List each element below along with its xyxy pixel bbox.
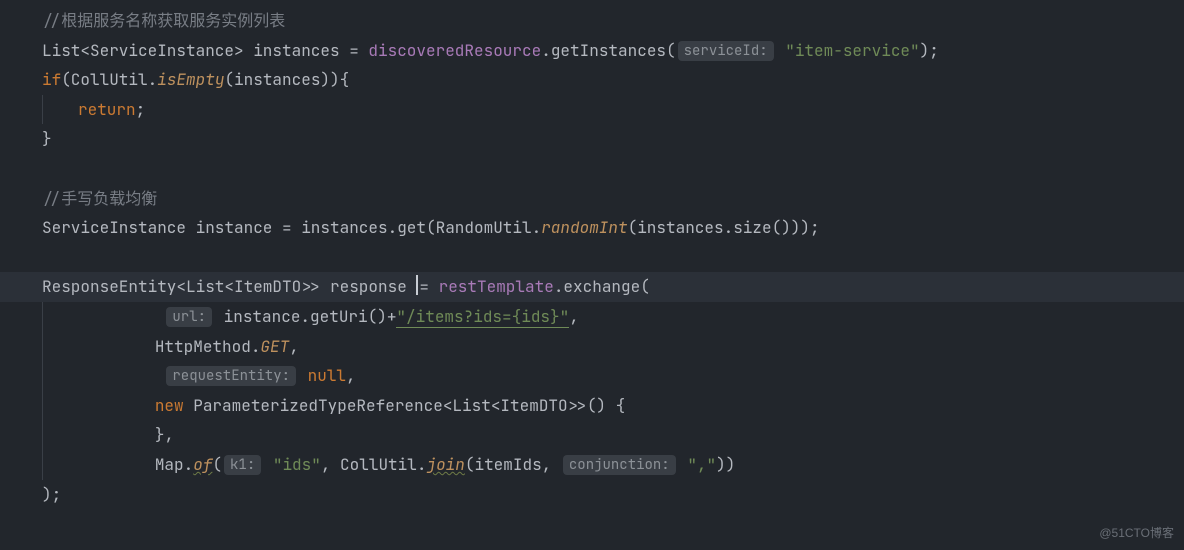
code-token — [263, 454, 273, 475]
code-token: ParameterizedTypeReference<List<ItemDTO>… — [184, 395, 626, 416]
code-token — [678, 454, 688, 475]
code-token: HttpMethod. — [155, 336, 261, 357]
code-line: requestEntity: null, — [0, 361, 1184, 391]
code-token: Map. — [155, 454, 193, 475]
keyword-token: if — [42, 69, 61, 90]
string-literal: "," — [687, 454, 716, 475]
keyword-token: new — [155, 395, 184, 416]
code-editor[interactable]: //根据服务名称获取服务实例列表 List<ServiceInstance> i… — [0, 0, 1184, 509]
code-token: } — [42, 128, 52, 149]
code-token: , — [569, 306, 579, 327]
static-method-token: randomInt — [541, 217, 627, 238]
code-token: , — [289, 336, 299, 357]
field-token: discoveredResource — [368, 40, 541, 61]
code-token: , CollUtil. — [321, 454, 427, 475]
code-line — [0, 243, 1184, 273]
code-line: Map.of(k1: "ids", CollUtil.join(itemIds,… — [0, 450, 1184, 480]
comment-text: //根据服务名称获取服务实例列表 — [42, 10, 285, 31]
code-token: , — [346, 365, 356, 386]
code-token: ResponseEntity<List<ItemDTO>> response — [42, 276, 416, 297]
keyword-token: return — [78, 99, 136, 120]
code-token: .getInstances( — [541, 40, 675, 61]
code-line: new ParameterizedTypeReference<List<Item… — [0, 391, 1184, 421]
code-token: ); — [42, 484, 61, 505]
code-token: (itemIds, — [465, 454, 561, 475]
code-token: ServiceInstance instance = instances.get… — [42, 217, 541, 238]
comment-text: //手写负载均衡 — [42, 188, 157, 209]
code-line-active: ResponseEntity<List<ItemDTO>> response =… — [0, 272, 1184, 302]
code-token: .exchange( — [554, 276, 650, 297]
param-hint: serviceId: — [678, 41, 774, 61]
string-literal: "ids" — [273, 454, 321, 475]
param-hint: k1: — [224, 455, 261, 475]
code-line: ServiceInstance instance = instances.get… — [0, 213, 1184, 243]
static-method-token: join — [426, 454, 464, 475]
code-token: (instances)){ — [224, 69, 349, 90]
code-token: (CollUtil. — [61, 69, 157, 90]
code-token: instance.getUri()+ — [214, 306, 396, 327]
code-line: }, — [0, 420, 1184, 450]
code-line — [0, 154, 1184, 184]
code-line: ); — [0, 480, 1184, 510]
code-line: //手写负载均衡 — [0, 184, 1184, 214]
code-token: List<ServiceInstance> instances = — [42, 40, 368, 61]
static-method-token: of — [193, 454, 212, 475]
code-line: return; — [0, 95, 1184, 125]
code-token: }, — [155, 424, 174, 445]
code-line: if(CollUtil.isEmpty(instances)){ — [0, 65, 1184, 95]
code-token: ( — [212, 454, 222, 475]
param-hint: url: — [166, 307, 212, 327]
keyword-token: null — [298, 365, 346, 386]
string-literal: "item-service" — [785, 40, 919, 61]
code-line: url: instance.getUri()+"/items?ids={ids}… — [0, 302, 1184, 332]
code-token: ); — [920, 40, 939, 61]
static-field-token: GET — [260, 336, 289, 357]
code-line: } — [0, 124, 1184, 154]
string-literal: "/items?ids={ids}" — [396, 306, 569, 328]
code-line: HttpMethod.GET, — [0, 332, 1184, 362]
field-token: restTemplate — [439, 276, 554, 297]
static-method-token: isEmpty — [157, 69, 224, 90]
code-token: (instances.size())); — [628, 217, 820, 238]
code-line: //根据服务名称获取服务实例列表 — [0, 6, 1184, 36]
code-token: ; — [136, 99, 146, 120]
code-token: = — [419, 276, 438, 297]
code-line: List<ServiceInstance> instances = discov… — [0, 36, 1184, 66]
param-hint: conjunction: — [563, 455, 676, 475]
watermark-text: @51CTO博客 — [1099, 522, 1174, 544]
param-hint: requestEntity: — [166, 366, 296, 386]
code-token: )) — [716, 454, 735, 475]
code-token — [776, 40, 786, 61]
